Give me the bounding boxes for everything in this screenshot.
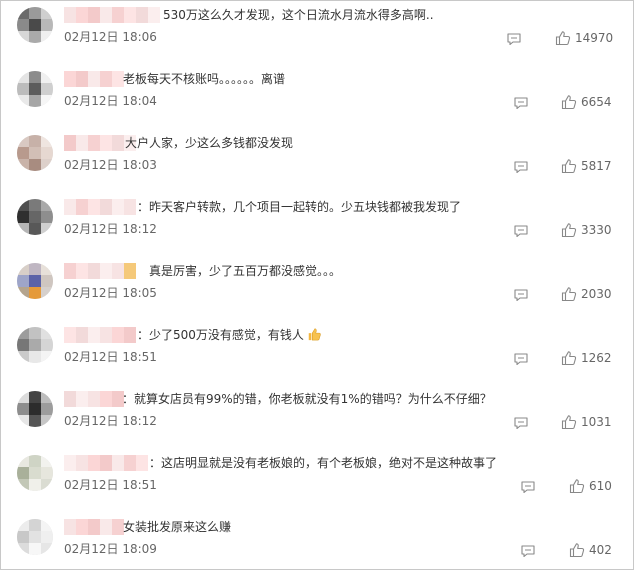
comment-text-content: 真是厉害，少了五百万都没感觉。。。: [149, 264, 342, 278]
username-blurred[interactable]: [64, 327, 136, 343]
thumbs-up-icon[interactable]: [569, 478, 585, 494]
avatar[interactable]: [17, 519, 53, 555]
avatar[interactable]: [17, 7, 53, 43]
comment-text: 530万这么久才发现，这个日流水月流水得多高啊..: [163, 7, 434, 23]
comment-text-content: ：少了500万没有感觉，有钱人: [137, 328, 304, 342]
avatar[interactable]: [17, 199, 53, 235]
like-count: 2030: [581, 287, 612, 301]
avatar[interactable]: [17, 455, 53, 491]
comment-text-content: ：昨天客户转款，几个项目一起转的。少五块钱都被我发现了: [137, 200, 462, 214]
thumbs-up-icon[interactable]: [561, 286, 577, 302]
like-button[interactable]: 5817: [561, 157, 612, 175]
thumbs-up-icon[interactable]: [561, 158, 577, 174]
comment-timestamp: 02月12日 18:12: [64, 222, 157, 236]
comment-item: ：就算女店员有99%的错，你老板就没有1%的错吗？为什么不仔细？ 02月12日 1…: [1, 387, 633, 451]
thumbs-up-icon[interactable]: [561, 222, 577, 238]
comment-text: 老板每天不核账吗。。。。。。离谱: [123, 71, 285, 87]
comment-icon[interactable]: [514, 97, 528, 109]
comment-text: ：就算女店员有99%的错，你老板就没有1%的错吗？为什么不仔细？: [122, 391, 492, 407]
username-blurred[interactable]: [64, 455, 148, 471]
comment-item: ：昨天客户转款，几个项目一起转的。少五块钱都被我发现了 02月12日 18:12 3…: [1, 195, 633, 259]
comment-timestamp: 02月12日 18:04: [64, 94, 157, 108]
username-blurred[interactable]: [64, 71, 124, 87]
like-count: 610: [589, 479, 612, 493]
comment-item: 老板每天不核账吗。。。。。。离谱 02月12日 18:04 6654: [1, 67, 633, 131]
like-button[interactable]: 2030: [561, 285, 612, 303]
comment-icon[interactable]: [514, 353, 528, 365]
comment-timestamp: 02月12日 18:51: [64, 478, 157, 492]
comment-text: 真是厉害，少了五百万都没感觉。。。: [149, 263, 341, 279]
like-count: 402: [589, 543, 612, 557]
comment-item: 530万这么久才发现，这个日流水月流水得多高啊.. 02月12日 18:06 149…: [1, 3, 633, 67]
comment-item: 女装批发原来这么赚 02月12日 18:09 402: [1, 515, 633, 569]
comment-text-content: ：就算女店员有99%的错，你老板就没有1%的错吗？为什么不仔细？: [122, 392, 492, 406]
comment-text: ：昨天客户转款，几个项目一起转的。少五块钱都被我发现了: [137, 199, 461, 215]
comment-text-content: 女装批发原来这么赚: [123, 520, 232, 534]
like-count: 6654: [581, 95, 612, 109]
comment-icon[interactable]: [521, 545, 535, 557]
comment-text-content: 大户人家，少这么多钱都没发现: [125, 136, 294, 150]
comment-timestamp: 02月12日 18:03: [64, 158, 157, 172]
avatar[interactable]: [17, 71, 53, 107]
comment-icon[interactable]: [507, 33, 521, 45]
avatar[interactable]: [17, 391, 53, 427]
avatar[interactable]: [17, 263, 53, 299]
comment-item: 真是厉害，少了五百万都没感觉。。。 02月12日 18:05 2030: [1, 259, 633, 323]
comment-item: ：这店明显就是没有老板娘的，有个老板娘，绝对不是这种故事了 02月12日 18:5…: [1, 451, 633, 515]
comment-item: ：少了500万没有感觉，有钱人 02月12日 18:51 1262: [1, 323, 633, 387]
thumbs-up-icon[interactable]: [569, 542, 585, 558]
comment-text-content: 老板每天不核账吗。。。。。。离谱: [123, 72, 286, 86]
comment-timestamp: 02月12日 18:51: [64, 350, 157, 364]
username-blurred[interactable]: [64, 263, 136, 279]
like-button[interactable]: 14970: [555, 29, 613, 47]
comment-text: 女装批发原来这么赚: [123, 519, 231, 535]
like-count: 5817: [581, 159, 612, 173]
comment-list: 530万这么久才发现，这个日流水月流水得多高啊.. 02月12日 18:06 149…: [0, 0, 634, 570]
like-count: 3330: [581, 223, 612, 237]
comment-icon[interactable]: [514, 225, 528, 237]
like-button[interactable]: 402: [569, 541, 612, 559]
username-blurred[interactable]: [64, 391, 124, 407]
like-count: 1031: [581, 415, 612, 429]
comment-text-content: ：这店明显就是没有老板娘的，有个老板娘，绝对不是这种故事了: [149, 456, 498, 470]
like-button[interactable]: 610: [569, 477, 612, 495]
like-button[interactable]: 3330: [561, 221, 612, 239]
comment-item: 大户人家，少这么多钱都没发现 02月12日 18:03 5817: [1, 131, 633, 195]
avatar[interactable]: [17, 135, 53, 171]
comment-icon[interactable]: [514, 161, 528, 173]
thumbs-up-emoji-icon: [308, 328, 321, 341]
like-count: 1262: [581, 351, 612, 365]
comment-timestamp: 02月12日 18:09: [64, 542, 157, 556]
comment-icon[interactable]: [521, 481, 535, 493]
comment-text: ：少了500万没有感觉，有钱人: [137, 327, 321, 343]
comment-icon[interactable]: [514, 289, 528, 301]
thumbs-up-icon[interactable]: [561, 414, 577, 430]
comment-text-content: 530万这么久才发现，这个日流水月流水得多高啊..: [163, 8, 434, 22]
username-blurred[interactable]: [64, 7, 160, 23]
comment-text: 大户人家，少这么多钱都没发现: [125, 135, 293, 151]
like-count: 14970: [575, 31, 614, 45]
avatar[interactable]: [17, 327, 53, 363]
username-blurred[interactable]: [64, 199, 136, 215]
comment-timestamp: 02月12日 18:12: [64, 414, 157, 428]
comment-timestamp: 02月12日 18:05: [64, 286, 157, 300]
thumbs-up-icon[interactable]: [555, 30, 571, 46]
like-button[interactable]: 1262: [561, 349, 612, 367]
username-blurred[interactable]: [64, 519, 124, 535]
comment-timestamp: 02月12日 18:06: [64, 30, 157, 44]
comment-icon[interactable]: [514, 417, 528, 429]
comment-text: ：这店明显就是没有老板娘的，有个老板娘，绝对不是这种故事了: [149, 455, 497, 471]
like-button[interactable]: 1031: [561, 413, 612, 431]
thumbs-up-icon[interactable]: [561, 94, 577, 110]
like-button[interactable]: 6654: [561, 93, 612, 111]
thumbs-up-icon[interactable]: [561, 350, 577, 366]
